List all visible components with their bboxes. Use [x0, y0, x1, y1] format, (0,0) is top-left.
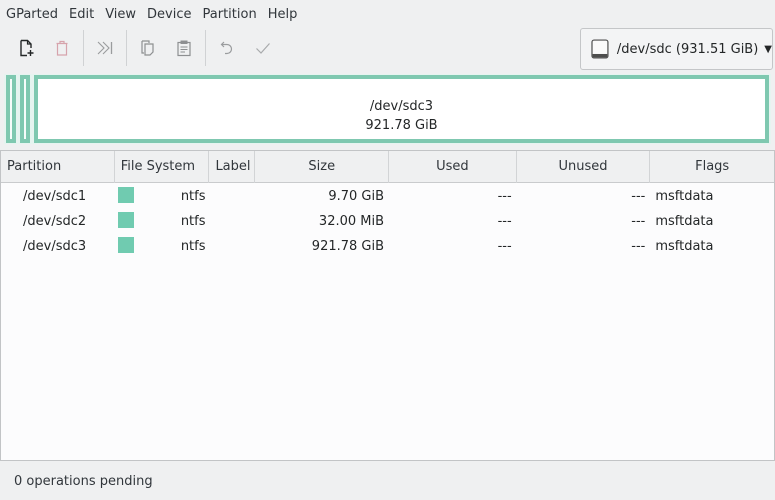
resize-move-button[interactable]	[87, 32, 123, 64]
column-header-unused[interactable]: Unused	[517, 151, 651, 183]
toolbar-separator	[205, 30, 206, 66]
apply-button[interactable]	[245, 32, 281, 64]
table-row[interactable]: /dev/sdc1 ntfs 9.70 GiB --- --- msftdata	[1, 184, 774, 209]
cell-unused: ---	[631, 189, 646, 204]
table-header: Partition File System Label Size Used Un…	[1, 151, 774, 183]
cell-flags: msftdata	[655, 189, 714, 204]
cell-flags: msftdata	[655, 239, 714, 254]
column-header-label[interactable]: Label	[209, 151, 256, 183]
partition-block-text: /dev/sdc3 921.78 GiB	[38, 97, 765, 135]
device-label: /dev/sdc (931.51 GiB)	[616, 41, 759, 57]
filesystem-color-swatch	[117, 187, 134, 203]
toolbar	[0, 30, 560, 66]
column-header-partition[interactable]: Partition	[1, 151, 115, 183]
status-bar: 0 operations pending	[0, 462, 775, 500]
cell-size: 9.70 GiB	[328, 189, 385, 204]
cell-used: ---	[497, 214, 512, 229]
partition-block-name: /dev/sdc3	[369, 99, 434, 114]
table-row[interactable]: /dev/sdc3 ntfs 921.78 GiB --- --- msftda…	[1, 234, 774, 259]
cell-unused: ---	[631, 239, 646, 254]
cell-partition: /dev/sdc2	[23, 214, 87, 229]
partition-block-sdc1[interactable]	[6, 75, 16, 143]
partition-table: Partition File System Label Size Used Un…	[0, 150, 775, 461]
filesystem-name: ntfs	[180, 214, 206, 229]
cell-used: ---	[497, 189, 512, 204]
menu-device[interactable]: Device	[147, 7, 191, 22]
cell-partition: /dev/sdc3	[23, 239, 87, 254]
cell-unused: ---	[631, 214, 646, 229]
resize-move-icon	[97, 41, 113, 55]
partition-block-sdc3[interactable]: /dev/sdc3 921.78 GiB	[34, 75, 769, 143]
partition-block-sdc2[interactable]	[20, 75, 30, 143]
column-header-flags[interactable]: Flags	[650, 151, 774, 183]
paste-icon	[177, 40, 191, 57]
undo-icon	[220, 41, 233, 55]
cell-size: 32.00 MiB	[318, 214, 385, 229]
cell-label	[210, 234, 256, 259]
device-selector[interactable]: /dev/sdc (931.51 GiB) ▼	[580, 28, 773, 70]
hard-disk-icon	[591, 39, 609, 59]
operations-pending-status: 0 operations pending	[14, 473, 153, 489]
menu-bar: GParted Edit View Device Partition Help	[0, 0, 775, 28]
filesystem-color-swatch	[117, 237, 134, 253]
trash-icon	[56, 40, 68, 56]
table-row[interactable]: /dev/sdc2 ntfs 32.00 MiB --- --- msftdat…	[1, 209, 774, 234]
cell-partition: /dev/sdc1	[23, 189, 87, 204]
copy-button[interactable]	[130, 32, 166, 64]
column-header-used[interactable]: Used	[389, 151, 517, 183]
copy-icon	[141, 40, 154, 56]
cell-size: 921.78 GiB	[311, 239, 385, 254]
menu-help[interactable]: Help	[268, 7, 298, 22]
new-document-icon	[20, 39, 34, 57]
cell-label	[210, 209, 256, 234]
menu-view[interactable]: View	[105, 7, 136, 22]
apply-check-icon	[256, 43, 270, 54]
column-header-filesystem[interactable]: File System	[115, 151, 210, 183]
cell-filesystem: ntfs	[115, 184, 210, 209]
cell-label	[210, 184, 256, 209]
cell-filesystem: ntfs	[115, 234, 210, 259]
toolbar-separator	[83, 30, 84, 66]
paste-button[interactable]	[166, 32, 202, 64]
chevron-down-icon: ▼	[764, 43, 772, 55]
delete-partition-button[interactable]	[44, 32, 80, 64]
menu-gparted[interactable]: GParted	[6, 7, 58, 22]
disk-partition-graph: /dev/sdc3 921.78 GiB	[4, 74, 771, 144]
cell-flags: msftdata	[655, 214, 714, 229]
new-partition-button[interactable]	[8, 32, 44, 64]
filesystem-name: ntfs	[180, 239, 206, 254]
filesystem-name: ntfs	[180, 189, 206, 204]
filesystem-color-swatch	[117, 212, 134, 228]
toolbar-separator	[126, 30, 127, 66]
cell-filesystem: ntfs	[115, 209, 210, 234]
undo-button[interactable]	[209, 32, 245, 64]
cell-used: ---	[497, 239, 512, 254]
menu-edit[interactable]: Edit	[69, 7, 94, 22]
column-header-size[interactable]: Size	[255, 151, 390, 183]
menu-partition[interactable]: Partition	[203, 7, 257, 22]
partition-block-size: 921.78 GiB	[365, 118, 438, 133]
